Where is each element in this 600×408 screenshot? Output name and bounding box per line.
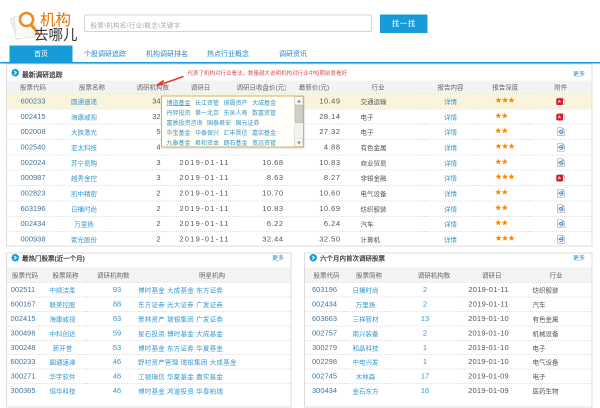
svg-text:机构: 机构	[40, 11, 71, 29]
svg-text:去哪儿: 去哪儿	[34, 27, 78, 42]
